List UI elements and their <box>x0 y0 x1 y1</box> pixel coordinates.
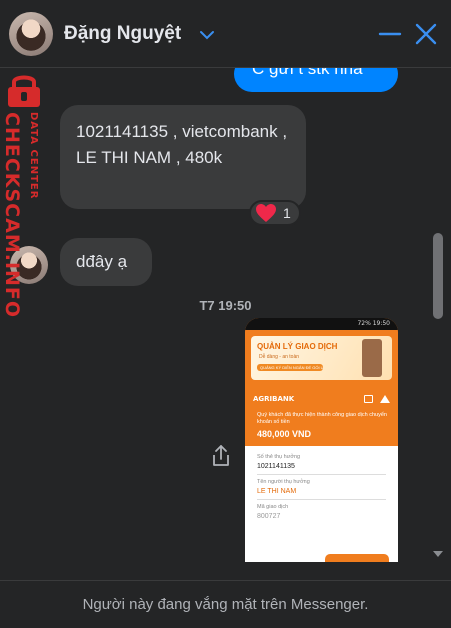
bank-nav: AGRIBANK <box>245 388 398 410</box>
field-label: Mã giao dịch <box>257 504 289 510</box>
banner-pill: QUẢNG KÝ DIỄN NGÂN ĐỂ GÓI ƯU ĐÃI <box>257 364 323 371</box>
contact-name[interactable]: Đặng Nguyệt <box>64 23 181 45</box>
scroll-down-icon[interactable] <box>433 551 443 557</box>
share-icon[interactable] <box>210 444 232 468</box>
chevron-down-icon[interactable] <box>198 26 216 44</box>
heart-icon <box>256 204 276 222</box>
chat-header: Đặng Nguyệt <box>0 0 451 68</box>
field-value: LE THI NAM <box>257 488 297 495</box>
reaction-badge[interactable]: 1 <box>249 200 301 226</box>
detail-field: Số thẻ thụ hưởng 1021141135 <box>257 450 386 475</box>
bank-logo: AGRIBANK <box>253 395 295 403</box>
phone-status-bar: 72% 19:50 <box>245 318 398 330</box>
message-timestamp: T7 19:50 <box>199 298 252 313</box>
transfer-details-card: Số thẻ thụ hưởng 1021141135 Tên người th… <box>245 446 398 562</box>
field-label: Số thẻ thụ hưởng <box>257 454 301 460</box>
message-list[interactable]: C gửi t stk nha 1021141135 , vietcombank… <box>0 68 451 580</box>
contact-avatar[interactable] <box>9 12 53 56</box>
chat-footer: Người này đang vắng mặt trên Messenger. <box>0 580 451 628</box>
banner-subtitle: Dễ dàng - an toàn <box>259 354 300 360</box>
minimize-icon[interactable] <box>378 22 402 46</box>
watermark: CHECKSCAM.INFO DATA CENTER <box>0 68 52 318</box>
incoming-message-bubble[interactable]: 1021141135 , vietcombank , LE THI NAM , … <box>60 105 306 209</box>
transfer-amount: 480,000 VND <box>257 429 312 439</box>
reaction-count: 1 <box>283 205 291 221</box>
image-icon <box>364 395 373 403</box>
phone-illustration <box>362 339 382 377</box>
outgoing-message-bubble[interactable]: C gửi t stk nha <box>234 68 398 92</box>
watermark-tagline: DATA CENTER <box>28 112 39 200</box>
field-label: Tên người thụ hưởng <box>257 479 310 485</box>
field-value: 1021141135 <box>257 463 295 470</box>
watermark-brand: CHECKSCAM.INFO <box>1 112 23 319</box>
success-message: Quý khách đã thực hiện thành công giao d… <box>257 412 387 425</box>
image-attachment[interactable]: 72% 19:50 QUẢN LÝ GIAO DỊCH Dễ dàng - an… <box>245 318 398 562</box>
presence-status: Người này đang vắng mặt trên Messenger. <box>82 596 369 613</box>
promo-banner: QUẢN LÝ GIAO DỊCH Dễ dàng - an toàn QUẢN… <box>251 336 392 380</box>
action-button-edge <box>325 554 389 562</box>
detail-field: Tên người thụ hưởng LE THI NAM <box>257 475 386 500</box>
home-icon <box>380 395 390 403</box>
detail-field: Mã giao dịch 800727 <box>257 500 386 524</box>
incoming-message-bubble[interactable]: dđây ạ <box>60 238 152 286</box>
field-value: 800727 <box>257 513 281 520</box>
scrollbar-thumb[interactable] <box>433 233 443 319</box>
close-icon[interactable] <box>414 22 438 46</box>
lock-icon <box>8 75 40 107</box>
banner-title: QUẢN LÝ GIAO DỊCH <box>257 342 338 351</box>
